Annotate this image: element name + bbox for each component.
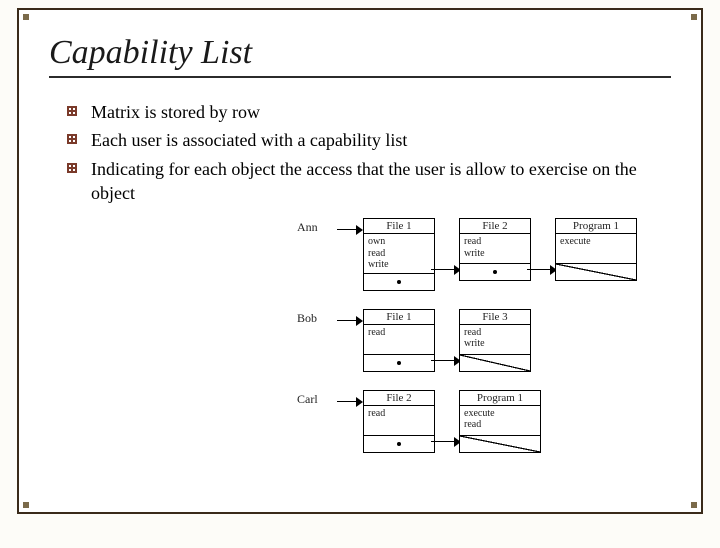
node-pointer bbox=[460, 264, 530, 280]
diagram-row-bob: Bob File 1 read File 3 read write bbox=[297, 309, 657, 372]
arrow-icon bbox=[337, 394, 363, 410]
node-rights: read write bbox=[460, 234, 530, 264]
bullet-item: Indicating for each object the access th… bbox=[73, 157, 671, 206]
arrow-icon bbox=[531, 262, 555, 278]
bullet-item: Each user is associated with a capabilit… bbox=[73, 128, 671, 152]
capability-node: File 2 read bbox=[363, 390, 435, 453]
node-pointer-terminal bbox=[460, 355, 530, 371]
bullet-list: Matrix is stored by row Each user is ass… bbox=[49, 100, 671, 205]
diagram-row-ann: Ann File 1 own read write File 2 read wr… bbox=[297, 218, 657, 291]
user-label: Bob bbox=[297, 309, 337, 326]
node-rights: read bbox=[364, 406, 434, 436]
node-header: Program 1 bbox=[460, 391, 540, 406]
slide-frame: Capability List Matrix is stored by row … bbox=[17, 8, 703, 514]
node-rights: execute bbox=[556, 234, 636, 264]
capability-node: File 1 own read write bbox=[363, 218, 435, 291]
slide-title: Capability List bbox=[49, 34, 671, 72]
node-pointer bbox=[364, 274, 434, 290]
diagram-row-carl: Carl File 2 read Program 1 execute read bbox=[297, 390, 657, 453]
arrow-icon bbox=[435, 262, 459, 278]
capability-node: Program 1 execute bbox=[555, 218, 637, 281]
arrow-icon bbox=[337, 313, 363, 329]
node-header: File 1 bbox=[364, 219, 434, 234]
bullet-item: Matrix is stored by row bbox=[73, 100, 671, 124]
node-header: File 2 bbox=[460, 219, 530, 234]
node-header: File 1 bbox=[364, 310, 434, 325]
node-header: Program 1 bbox=[556, 219, 636, 234]
node-header: File 3 bbox=[460, 310, 530, 325]
node-header: File 2 bbox=[364, 391, 434, 406]
node-rights: read write bbox=[460, 325, 530, 355]
arrow-icon bbox=[435, 353, 459, 369]
node-pointer-terminal bbox=[556, 264, 636, 280]
user-label: Carl bbox=[297, 390, 337, 407]
title-underline bbox=[49, 76, 671, 78]
node-rights: read bbox=[364, 325, 434, 355]
node-rights: own read write bbox=[364, 234, 434, 274]
capability-node: File 1 read bbox=[363, 309, 435, 372]
node-rights: execute read bbox=[460, 406, 540, 436]
node-pointer bbox=[364, 436, 434, 452]
node-pointer-terminal bbox=[460, 436, 540, 452]
capability-node: File 3 read write bbox=[459, 309, 531, 372]
capability-node: Program 1 execute read bbox=[459, 390, 541, 453]
arrow-icon bbox=[337, 222, 363, 238]
arrow-icon bbox=[435, 434, 459, 450]
node-pointer bbox=[364, 355, 434, 371]
capability-diagram: Ann File 1 own read write File 2 read wr… bbox=[297, 218, 657, 471]
user-label: Ann bbox=[297, 218, 337, 235]
capability-node: File 2 read write bbox=[459, 218, 531, 281]
